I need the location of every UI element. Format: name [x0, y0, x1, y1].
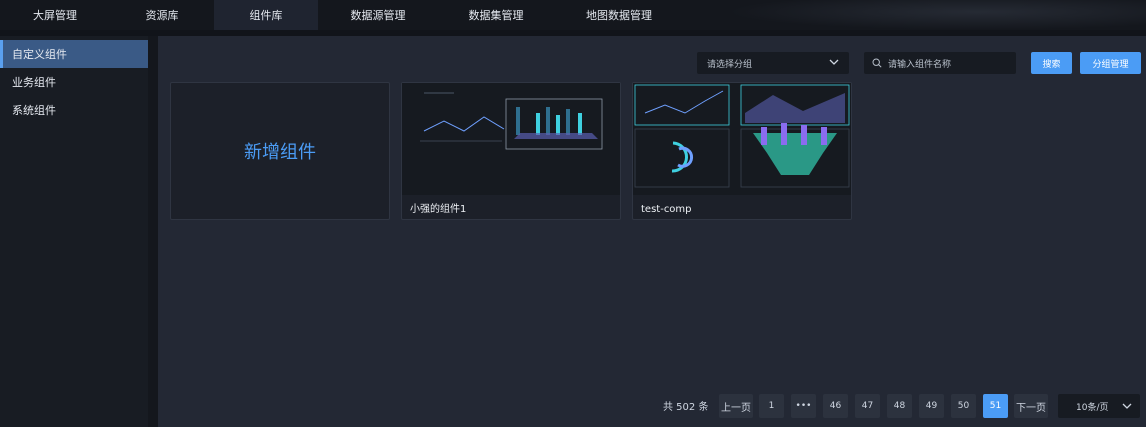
tab-resource-library[interactable]: 资源库 — [110, 0, 214, 30]
page-size-value: 10条/页 — [1076, 402, 1109, 413]
chevron-down-icon — [829, 59, 839, 65]
component-thumbnail — [633, 83, 851, 195]
main-panel: 请选择分组 请输入组件名称 搜索 分组管理 新增组件 小强的组件1 test-c… — [158, 36, 1146, 427]
sidebar-item-system-components[interactable]: 系统组件 — [0, 96, 148, 124]
search-input[interactable]: 请输入组件名称 — [864, 52, 1016, 74]
search-placeholder: 请输入组件名称 — [888, 59, 952, 70]
next-page-button[interactable]: 下一页 — [1014, 394, 1048, 418]
page-button-50[interactable]: 50 — [951, 394, 976, 418]
sidebar-divider — [148, 36, 158, 427]
sidebar: 自定义组件 业务组件 系统组件 — [0, 36, 148, 427]
page-button-51[interactable]: 51 — [983, 394, 1008, 418]
prev-page-button[interactable]: 上一页 — [719, 394, 753, 418]
search-button[interactable]: 搜索 — [1031, 52, 1072, 74]
component-thumbnail — [402, 83, 620, 195]
page-size-select[interactable]: 10条/页 — [1058, 394, 1140, 418]
tab-datasource-management[interactable]: 数据源管理 — [318, 0, 438, 30]
group-select-placeholder: 请选择分组 — [707, 59, 753, 70]
page-button-48[interactable]: 48 — [887, 394, 912, 418]
tab-map-data-management[interactable]: 地图数据管理 — [554, 0, 684, 30]
component-card[interactable]: test-comp — [632, 82, 852, 220]
chevron-down-icon — [1122, 403, 1132, 409]
group-manage-button[interactable]: 分组管理 — [1080, 52, 1141, 74]
search-icon — [872, 58, 882, 68]
page-button-47[interactable]: 47 — [855, 394, 880, 418]
sidebar-item-business-components[interactable]: 业务组件 — [0, 68, 148, 96]
page-button-1[interactable]: 1 — [759, 394, 784, 418]
add-component-card[interactable]: 新增组件 — [170, 82, 390, 220]
add-component-label: 新增组件 — [244, 142, 316, 163]
component-name: 小强的组件1 — [410, 204, 467, 215]
page-button-46[interactable]: 46 — [823, 394, 848, 418]
tab-screen-management[interactable]: 大屏管理 — [0, 0, 110, 30]
component-card[interactable]: 小强的组件1 — [401, 82, 621, 220]
component-name: test-comp — [641, 204, 692, 215]
pagination-total: 共 502 条 — [663, 402, 709, 413]
tab-component-library[interactable]: 组件库 — [214, 0, 318, 30]
page-ellipsis-button[interactable]: ••• — [791, 394, 816, 418]
top-nav: 大屏管理 资源库 组件库 数据源管理 数据集管理 地图数据管理 — [0, 0, 1146, 30]
sidebar-item-custom-components[interactable]: 自定义组件 — [0, 40, 148, 68]
group-select[interactable]: 请选择分组 — [697, 52, 849, 74]
tab-dataset-management[interactable]: 数据集管理 — [438, 0, 554, 30]
page-button-49[interactable]: 49 — [919, 394, 944, 418]
